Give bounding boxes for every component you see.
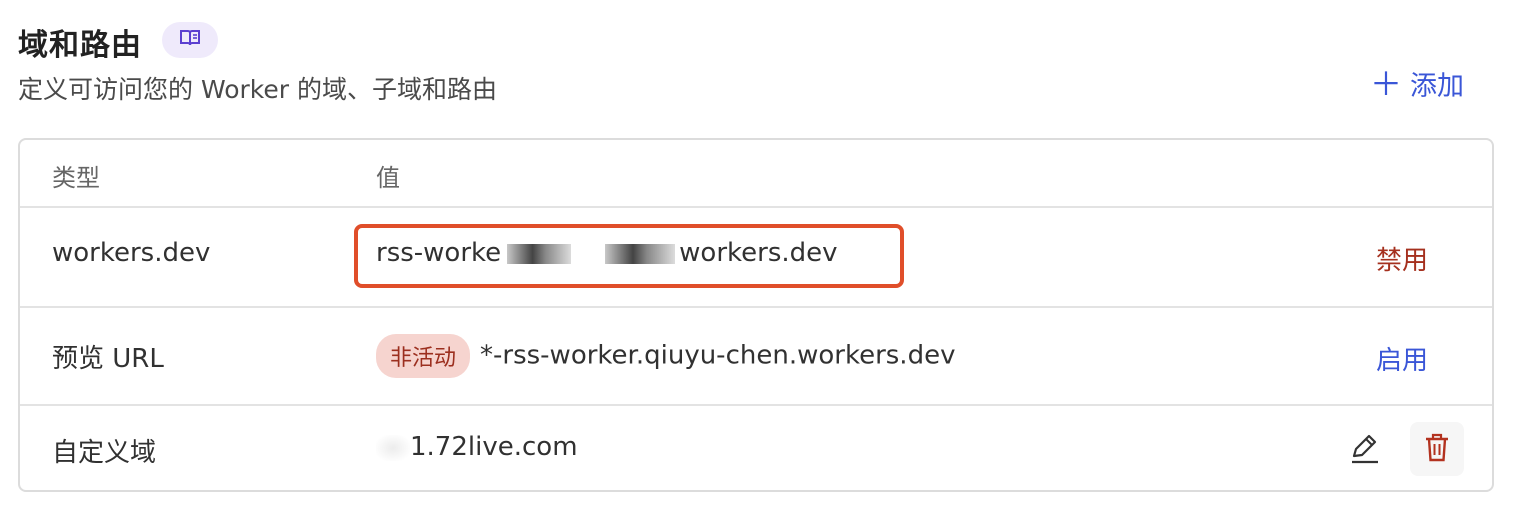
section-title: 域和路由 bbox=[18, 28, 142, 63]
value-suffix: workers.dev bbox=[679, 238, 838, 268]
enable-link[interactable]: 启用 bbox=[1376, 340, 1428, 377]
row-type: 预览 URL bbox=[52, 344, 164, 374]
row-value[interactable]: rss-worke workers.dev bbox=[376, 238, 838, 268]
preview-url: *-rss-worker.qiuyu-chen.workers.dev bbox=[480, 340, 956, 371]
table-row: 预览 URL 非活动 *-rss-worker.qiuyu-chen.worker… bbox=[20, 306, 1492, 404]
header-value: 值 bbox=[376, 164, 400, 192]
table-row: workers.dev rss-worke workers.dev 禁用 bbox=[20, 206, 1492, 306]
table-row: 自定义域 1.72live.com bbox=[20, 404, 1492, 490]
table-header: 类型 值 bbox=[20, 140, 1492, 206]
redacted-block bbox=[507, 243, 572, 264]
status-badge: 非活动 bbox=[376, 334, 471, 378]
trash-icon bbox=[1424, 432, 1450, 466]
row-type: workers.dev bbox=[52, 238, 211, 268]
docs-badge[interactable] bbox=[162, 22, 218, 58]
custom-domain: 1.72live.com bbox=[410, 432, 578, 462]
book-icon bbox=[179, 29, 201, 51]
edit-icon[interactable] bbox=[1346, 430, 1382, 466]
section-subtitle: 定义可访问您的 Worker 的域、子域和路由 bbox=[18, 75, 497, 104]
redacted-block bbox=[376, 434, 410, 461]
add-button[interactable]: ＋ 添加 bbox=[1370, 64, 1464, 103]
value-prefix: rss-worke bbox=[376, 238, 502, 268]
routes-table: 类型 值 workers.dev rss-worke workers.dev 禁用… bbox=[18, 138, 1494, 492]
row-type: 自定义域 bbox=[52, 438, 157, 468]
row-value[interactable]: 1.72live.com bbox=[376, 432, 578, 462]
redacted-block bbox=[605, 243, 676, 264]
plus-icon: ＋ bbox=[1370, 64, 1403, 103]
header-type: 类型 bbox=[52, 164, 100, 192]
add-button-label: 添加 bbox=[1410, 71, 1465, 102]
row-value[interactable]: 非活动 *-rss-worker.qiuyu-chen.workers.dev bbox=[376, 334, 955, 378]
delete-button[interactable] bbox=[1410, 422, 1464, 476]
disable-link[interactable]: 禁用 bbox=[1376, 240, 1428, 277]
